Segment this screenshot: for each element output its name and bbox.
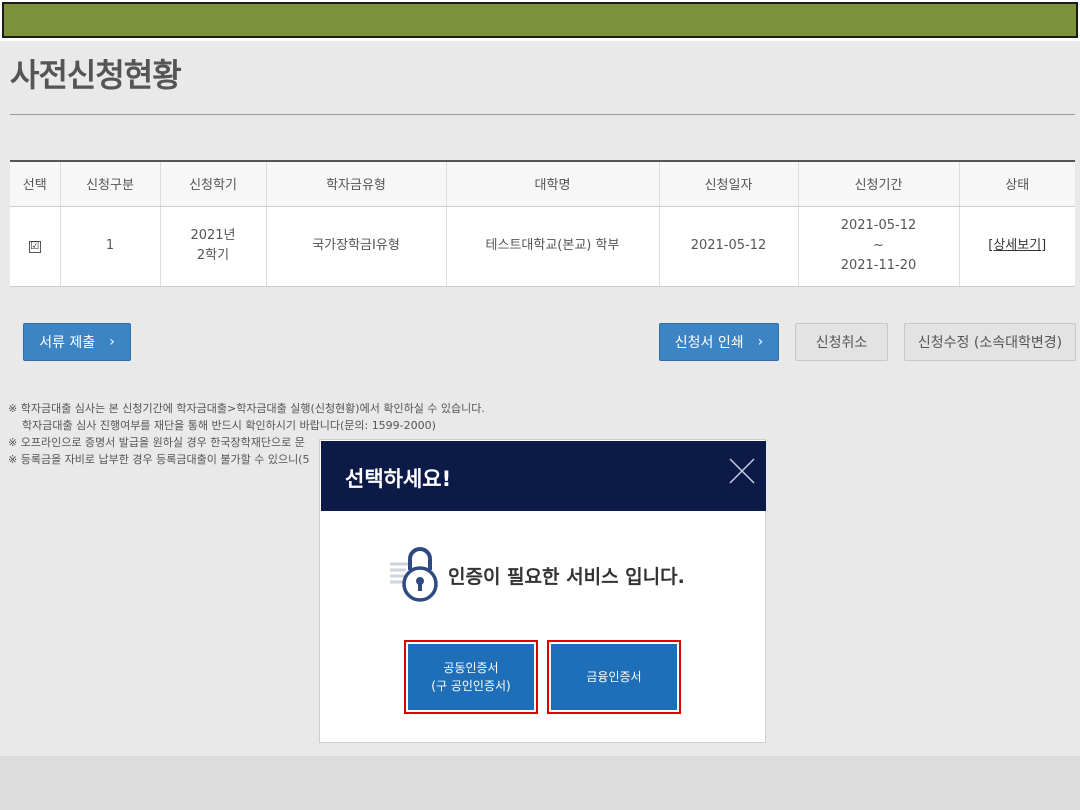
period-cell: 2021-05-12 ~ 2021-11-20 [798, 206, 960, 287]
table-row: ☑ 1 2021년 2학기 국가장학금I유형 테스트대학교(본교) 학부 202… [10, 206, 1075, 287]
modal-title: 선택하세요! [345, 467, 452, 491]
col-select: 선택 [10, 160, 61, 207]
status-cell: [상세보기] [959, 206, 1075, 287]
chevron-right-icon: › [109, 334, 115, 350]
financial-cert-button[interactable]: 금융인증서 [551, 644, 677, 710]
detail-view-link[interactable]: [상세보기] [988, 238, 1046, 253]
auth-select-modal: 선택하세요! 인증이 필요한 서비스 입니다. 공동인증서 (구 공인인증서) [319, 439, 766, 743]
auth-message-text: 인증이 필요한 서비스 입니다. [448, 565, 685, 588]
col-university: 대학명 [446, 160, 660, 207]
col-semester: 신청학기 [160, 160, 267, 207]
apply-date-cell: 2021-05-12 [659, 206, 799, 287]
top-banner [0, 0, 1080, 41]
submit-docs-button[interactable]: 서류 제출 › [23, 323, 131, 361]
cancel-application-button[interactable]: 신청취소 [795, 323, 888, 361]
select-cell: ☑ [10, 206, 61, 287]
apply-type-cell: 1 [60, 206, 161, 287]
top-banner-bar [2, 2, 1078, 38]
auth-message: 인증이 필요한 서비스 입니다. [388, 540, 708, 610]
modal-header: 선택하세요! [321, 441, 766, 511]
modify-application-label: 신청수정 (소속대학변경) [917, 335, 1063, 351]
cancel-application-label: 신청취소 [815, 335, 868, 351]
semester-year: 2021년 [190, 228, 236, 243]
print-application-button[interactable]: 신청서 인쇄 › [659, 323, 779, 361]
notice-line: 학자금대출 심사 진행여부를 재단을 통해 반드시 확인하시기 바랍니다(문의:… [22, 419, 436, 432]
semester-term: 2학기 [196, 248, 230, 263]
public-cert-highlight: 공동인증서 (구 공인인증서) [404, 640, 538, 714]
col-apply-type: 신청구분 [60, 160, 161, 207]
modify-application-button[interactable]: 신청수정 (소속대학변경) [904, 323, 1076, 361]
col-apply-date: 신청일자 [659, 160, 799, 207]
table-header-row: 선택 신청구분 신청학기 학자금유형 대학명 신청일자 신청기간 상태 [10, 160, 1075, 207]
public-cert-sublabel: (구 공인인증서) [431, 679, 511, 693]
loan-type-cell: 국가장학금I유형 [266, 206, 447, 287]
footer-band [0, 756, 1080, 810]
public-cert-button[interactable]: 공동인증서 (구 공인인증서) [408, 644, 534, 710]
semester-cell: 2021년 2학기 [160, 206, 267, 287]
application-table: 선택 신청구분 신청학기 학자금유형 대학명 신청일자 신청기간 상태 ☑ 1 … [10, 160, 1075, 287]
financial-cert-highlight: 금융인증서 [547, 640, 681, 714]
period-start: 2021-05-12 [840, 218, 917, 233]
col-status: 상태 [959, 160, 1075, 207]
chevron-right-icon: › [757, 334, 764, 350]
financial-cert-label: 금융인증서 [586, 670, 642, 684]
lock-icon [388, 540, 440, 610]
col-loan-type: 학자금유형 [266, 160, 447, 207]
title-divider [10, 114, 1075, 115]
period-separator: ~ [873, 238, 884, 253]
col-period: 신청기간 [798, 160, 960, 207]
notice-line: ※ 학자금대출 심사는 본 신청기간에 학자금대출>학자금대출 실행(신청현황)… [8, 402, 485, 415]
period-end: 2021-11-20 [840, 258, 917, 273]
university-cell: 테스트대학교(본교) 학부 [446, 206, 660, 287]
print-application-label: 신청서 인쇄 [674, 335, 744, 351]
public-cert-label: 공동인증서 [443, 661, 499, 675]
close-icon[interactable] [726, 455, 758, 487]
submit-docs-label: 서류 제출 [39, 335, 96, 351]
page-title: 사전신청현황 [10, 56, 182, 94]
row-checkbox[interactable]: ☑ [28, 241, 41, 253]
